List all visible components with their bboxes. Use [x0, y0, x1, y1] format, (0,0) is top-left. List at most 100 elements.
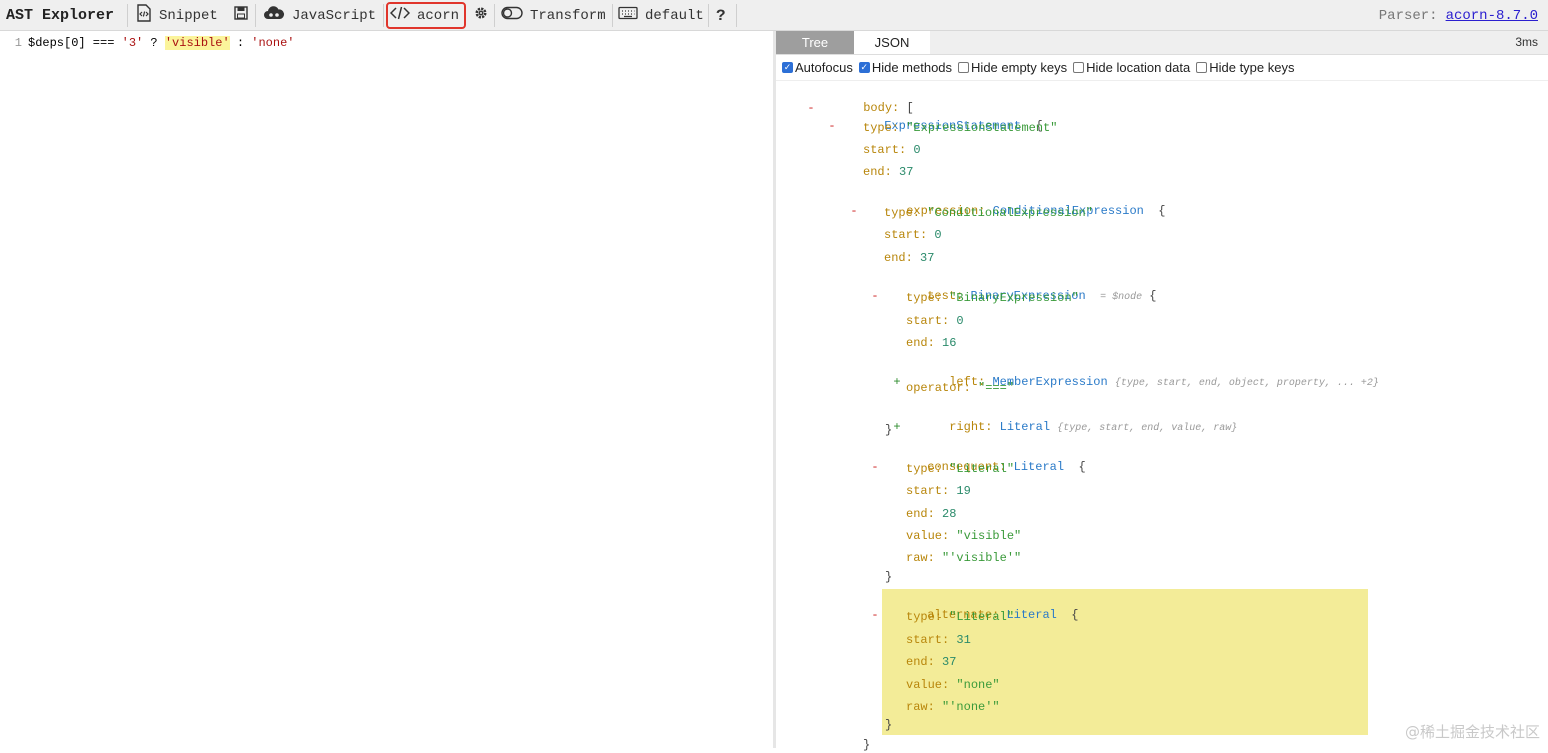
toolbar-separator — [612, 4, 613, 27]
output-panel: Tree JSON 3ms ✓ Autofocus ✓ Hide methods H… — [776, 31, 1548, 752]
collapse-toggle[interactable]: - — [827, 118, 837, 134]
toggle-icon — [501, 6, 523, 25]
gear-icon — [474, 6, 488, 25]
app-title: AST Explorer — [6, 7, 115, 24]
prop-value: "ConditionalExpression" — [927, 206, 1093, 220]
prop-key: end: — [863, 165, 892, 179]
tree-row-expression-statement[interactable]: - ExpressionStatement { — [827, 102, 1042, 133]
prop-key: start: — [906, 633, 950, 647]
transform-button[interactable]: Transform — [501, 0, 606, 31]
code-editor[interactable]: 1 $deps[0] === '3' ? 'visible' : 'none' — [0, 31, 773, 748]
prop-key: end: — [906, 655, 935, 669]
prop-key: start: — [863, 143, 907, 157]
brace: { — [1149, 289, 1157, 303]
prop-key: operator: — [906, 381, 971, 395]
parser-version-link[interactable]: acorn-8.7.0 — [1446, 8, 1538, 24]
brace: { — [1158, 204, 1166, 218]
toolbar: AST Explorer Snippet JavaScript acorn Tr… — [0, 0, 1548, 31]
prop-value: 37 — [899, 165, 914, 179]
brace: } — [885, 718, 893, 732]
prop-value: "'visible'" — [942, 551, 1022, 565]
tree-row-expression[interactable]: - expression: ConditionalExpression { — [849, 187, 1165, 218]
tree-row-operator: operator: "===" — [906, 380, 1014, 396]
tree-row-alternate[interactable]: - alternate: Literal { — [870, 591, 1078, 622]
expand-toggle[interactable]: + — [892, 419, 902, 435]
node-summary: {type, start, end, object, property, ...… — [1114, 378, 1379, 389]
parser-highlight-box — [386, 2, 466, 29]
tree-row-end: end: 37 — [884, 250, 934, 266]
tree-row-close: } — [885, 717, 892, 733]
language-button[interactable]: JavaScript — [263, 0, 376, 31]
node-hint: = $node — [1100, 292, 1143, 303]
tree-row-close: } — [863, 737, 870, 753]
tree-row-end: end: 16 — [906, 335, 956, 351]
tree-row-left[interactable]: + left: MemberExpression {type, start, en… — [892, 358, 1379, 389]
keymap-button[interactable]: default — [618, 0, 704, 31]
brace: } — [863, 738, 871, 752]
snippet-button[interactable]: Snippet — [136, 0, 218, 31]
prop-key: raw: — [906, 700, 935, 714]
prop-value: "===" — [978, 381, 1015, 395]
parser-caption: Parser: — [1378, 7, 1438, 24]
brace: } — [885, 423, 893, 437]
tree-row-right[interactable]: + right: Literal {type, start, end, value… — [892, 403, 1237, 434]
tree-row-body[interactable]: - body: [ — [806, 84, 913, 115]
tree-row-start: start: 0 — [863, 142, 921, 158]
tree-row-test[interactable]: - test: BinaryExpression = $node { — [870, 272, 1156, 303]
brace: } — [885, 570, 893, 584]
prop-key: start: — [906, 484, 950, 498]
tree-row-end: end: 37 — [863, 164, 913, 180]
tree-row-close: } — [885, 569, 892, 585]
code-line: 1 $deps[0] === '3' ? 'visible' : 'none' — [0, 35, 294, 51]
tree-row-type: type: "Literal" — [906, 609, 1014, 625]
code-token: 'none' — [251, 36, 295, 50]
collapse-toggle[interactable]: - — [870, 607, 880, 623]
collapse-toggle[interactable]: - — [806, 100, 816, 116]
prop-value: 0 — [956, 314, 964, 328]
prop-value: "Literal" — [949, 610, 1015, 624]
toolbar-separator — [127, 4, 128, 27]
cloud-icon — [263, 6, 285, 25]
prop-key: type: — [906, 291, 943, 305]
expand-toggle[interactable]: + — [892, 374, 902, 390]
prop-value: "visible" — [956, 529, 1022, 543]
snippet-label: Snippet — [159, 7, 218, 24]
help-button[interactable]: ? — [716, 0, 726, 31]
toolbar-separator — [708, 4, 709, 27]
keyboard-icon — [618, 6, 638, 25]
prop-value: "'none'" — [942, 700, 1000, 714]
tree-row-raw: raw: "'none'" — [906, 699, 1000, 715]
prop-value: 19 — [956, 484, 971, 498]
prop-value: 0 — [934, 228, 942, 242]
tree-row-type: type: "BinaryExpression" — [906, 290, 1079, 306]
node-key: right: — [949, 420, 993, 434]
brace: { — [1078, 460, 1086, 474]
keymap-label: default — [645, 7, 704, 24]
brace: { — [1071, 608, 1079, 622]
tree-row-value: value: "visible" — [906, 528, 1021, 544]
prop-value: 37 — [942, 655, 957, 669]
prop-value: 0 — [913, 143, 921, 157]
tree-row-consequent[interactable]: - consequent: Literal { — [870, 443, 1085, 474]
tree-row-close: } — [885, 422, 892, 438]
toolbar-separator — [494, 4, 495, 27]
save-icon — [234, 6, 248, 25]
prop-value: 37 — [920, 251, 935, 265]
collapse-toggle[interactable]: - — [870, 288, 880, 304]
settings-button[interactable] — [474, 0, 488, 31]
prop-key: type: — [906, 610, 943, 624]
save-button[interactable] — [234, 0, 248, 31]
prop-key: type: — [863, 121, 900, 135]
language-label: JavaScript — [292, 7, 377, 24]
collapse-toggle[interactable]: - — [870, 459, 880, 475]
tree-row-start: start: 19 — [906, 483, 971, 499]
prop-key: raw: — [906, 551, 935, 565]
prop-key: type: — [884, 206, 921, 220]
prop-key: end: — [906, 507, 935, 521]
prop-value: "BinaryExpression" — [949, 291, 1079, 305]
code-token: '3' — [121, 36, 144, 50]
collapse-toggle[interactable]: - — [849, 203, 859, 219]
tree-row-value: value: "none" — [906, 677, 1000, 693]
tree-row-type: type: "Literal" — [906, 461, 1014, 477]
code-token: $deps[0] === — [28, 36, 122, 50]
